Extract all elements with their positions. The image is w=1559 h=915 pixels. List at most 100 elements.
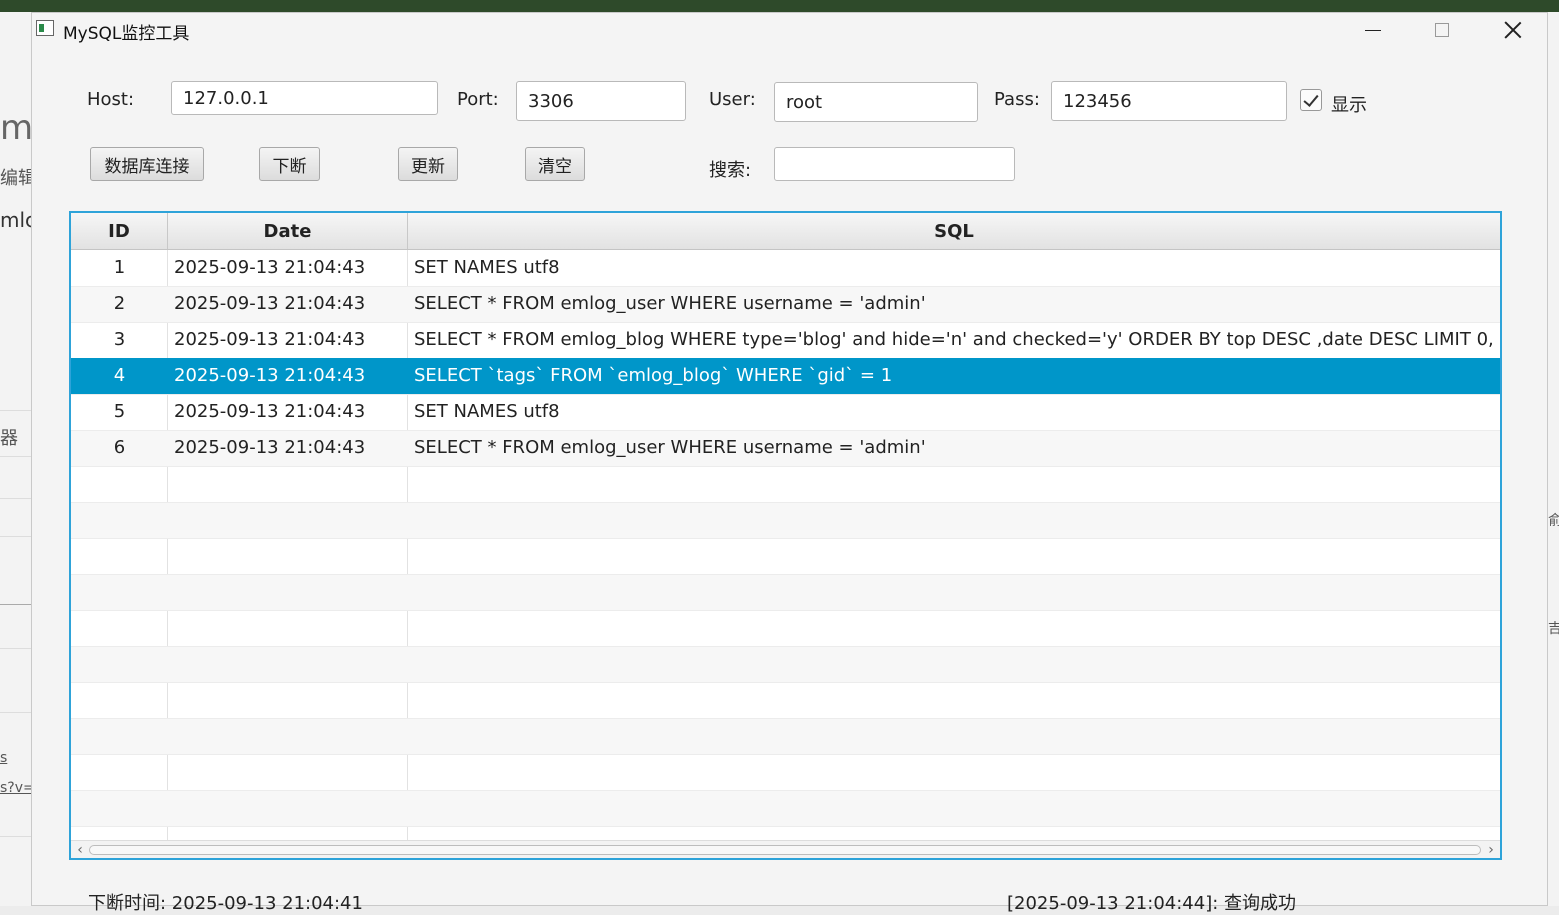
pass-input[interactable]: [1051, 81, 1287, 121]
disconnect-time-status: 下断时间: 2025-09-13 21:04:41: [88, 893, 363, 914]
pass-label: Pass:: [994, 89, 1040, 110]
background-divider: [0, 498, 32, 499]
cell-id: 4: [113, 365, 126, 386]
cell-date: 2025-09-13 21:04:43: [174, 437, 366, 458]
background-divider: [0, 410, 32, 411]
column-header-id[interactable]: ID: [71, 213, 168, 249]
cell-date: 2025-09-13 21:04:43: [174, 293, 366, 314]
empty-row: [71, 682, 1500, 718]
cell-date: 2025-09-13 21:04:43: [174, 329, 366, 350]
user-label: User:: [709, 89, 756, 110]
close-icon: [1504, 21, 1522, 39]
background-divider: [0, 536, 32, 537]
column-header-sql[interactable]: SQL: [408, 213, 1500, 249]
clear-button[interactable]: 清空: [525, 147, 585, 181]
cell-id: 2: [113, 293, 126, 314]
scroll-left-icon[interactable]: ‹: [73, 843, 87, 857]
cell-date: 2025-09-13 21:04:43: [174, 365, 366, 386]
row-divider: [71, 754, 1500, 755]
background-divider: [0, 604, 32, 605]
row-divider: [71, 826, 1500, 827]
maximize-button[interactable]: [1407, 13, 1477, 47]
background-text: 编辑: [0, 168, 32, 189]
row-divider: [71, 538, 1500, 539]
empty-row: [71, 502, 1500, 538]
window-title: MySQL监控工具: [63, 24, 190, 44]
empty-row: [71, 790, 1500, 826]
background-app-right: 俞 吉: [1548, 12, 1559, 906]
table-row[interactable]: 6 2025-09-13 21:04:43 SELECT * FROM emlo…: [71, 430, 1500, 466]
empty-row: [71, 718, 1500, 754]
background-divider: [0, 648, 32, 649]
cell-date: 2025-09-13 21:04:43: [174, 401, 366, 422]
horizontal-scrollbar[interactable]: ‹ ›: [71, 840, 1500, 858]
row-divider: [71, 286, 1500, 287]
desktop-strip: [0, 0, 1559, 12]
cell-id: 3: [113, 329, 126, 350]
table-row[interactable]: 2 2025-09-13 21:04:43 SELECT * FROM emlo…: [71, 286, 1500, 322]
scrollbar-thumb[interactable]: [89, 845, 1481, 855]
row-divider: [71, 646, 1500, 647]
title-bar[interactable]: MySQL监控工具: [32, 13, 1547, 47]
background-link: s: [0, 750, 8, 766]
search-input[interactable]: [774, 147, 1015, 181]
empty-row: [71, 466, 1500, 502]
background-text: 器: [0, 428, 18, 449]
column-header-date[interactable]: Date: [168, 213, 408, 249]
show-password-checkbox[interactable]: [1300, 89, 1322, 111]
app-window: MySQL监控工具 Host: Port: User: Pass: 显示 数据库…: [31, 12, 1548, 914]
row-divider: [71, 574, 1500, 575]
empty-row: [71, 538, 1500, 574]
background-text: mlc: [0, 108, 32, 148]
cell-sql: SELECT * FROM emlog_blog WHERE type='blo…: [414, 329, 1500, 350]
disconnect-button[interactable]: 下断: [259, 147, 320, 181]
port-input[interactable]: [516, 81, 686, 121]
background-divider: [0, 836, 32, 837]
app-icon: [36, 20, 54, 36]
row-divider: [71, 466, 1500, 467]
cell-date: 2025-09-13 21:04:43: [174, 257, 366, 278]
background-link: s?v=: [0, 780, 32, 796]
table-header: ID Date SQL: [71, 213, 1500, 250]
minimize-button[interactable]: [1338, 13, 1408, 47]
row-divider: [71, 502, 1500, 503]
background-text: 俞: [1548, 513, 1559, 529]
minimize-icon: [1365, 29, 1381, 31]
background-app-left: mlc 编辑 mlc 器 s s?v=: [0, 12, 32, 906]
connect-button[interactable]: 数据库连接: [90, 147, 204, 181]
show-password-label: 显示: [1331, 95, 1367, 116]
row-divider: [71, 394, 1500, 395]
row-divider: [71, 322, 1500, 323]
background-text: mlc: [0, 208, 32, 232]
host-label: Host:: [87, 89, 135, 110]
empty-row: [71, 610, 1500, 646]
row-divider: [71, 790, 1500, 791]
search-label: 搜索:: [709, 160, 752, 181]
table-row[interactable]: 5 2025-09-13 21:04:43 SET NAMES utf8: [71, 394, 1500, 430]
close-button[interactable]: [1478, 13, 1548, 47]
cell-sql: SET NAMES utf8: [414, 257, 560, 278]
empty-row: [71, 754, 1500, 790]
table-row-selected[interactable]: 4 2025-09-13 21:04:43 SELECT `tags` FROM…: [71, 358, 1500, 394]
empty-row: [71, 826, 1500, 840]
cell-sql: SELECT `tags` FROM `emlog_blog` WHERE `g…: [414, 365, 893, 386]
cell-sql: SELECT * FROM emlog_user WHERE username …: [414, 293, 926, 314]
cell-id: 1: [113, 257, 126, 278]
row-divider: [71, 682, 1500, 683]
refresh-button[interactable]: 更新: [398, 147, 458, 181]
cell-id: 6: [113, 437, 126, 458]
cell-id: 5: [113, 401, 126, 422]
cell-sql: SET NAMES utf8: [414, 401, 560, 422]
background-divider: [0, 456, 32, 457]
scroll-right-icon[interactable]: ›: [1484, 843, 1498, 857]
table-row[interactable]: 1 2025-09-13 21:04:43 SET NAMES utf8: [71, 250, 1500, 286]
empty-row: [71, 646, 1500, 682]
sql-log-table[interactable]: ID Date SQL 1 2025-09-13 21:04:43 SET NA…: [69, 211, 1502, 860]
port-label: Port:: [457, 89, 499, 110]
user-input[interactable]: [774, 82, 978, 122]
background-text: 吉: [1548, 621, 1559, 637]
row-divider: [71, 430, 1500, 431]
table-row[interactable]: 3 2025-09-13 21:04:43 SELECT * FROM emlo…: [71, 322, 1500, 358]
cell-sql: SELECT * FROM emlog_user WHERE username …: [414, 437, 926, 458]
host-input[interactable]: [171, 81, 438, 115]
